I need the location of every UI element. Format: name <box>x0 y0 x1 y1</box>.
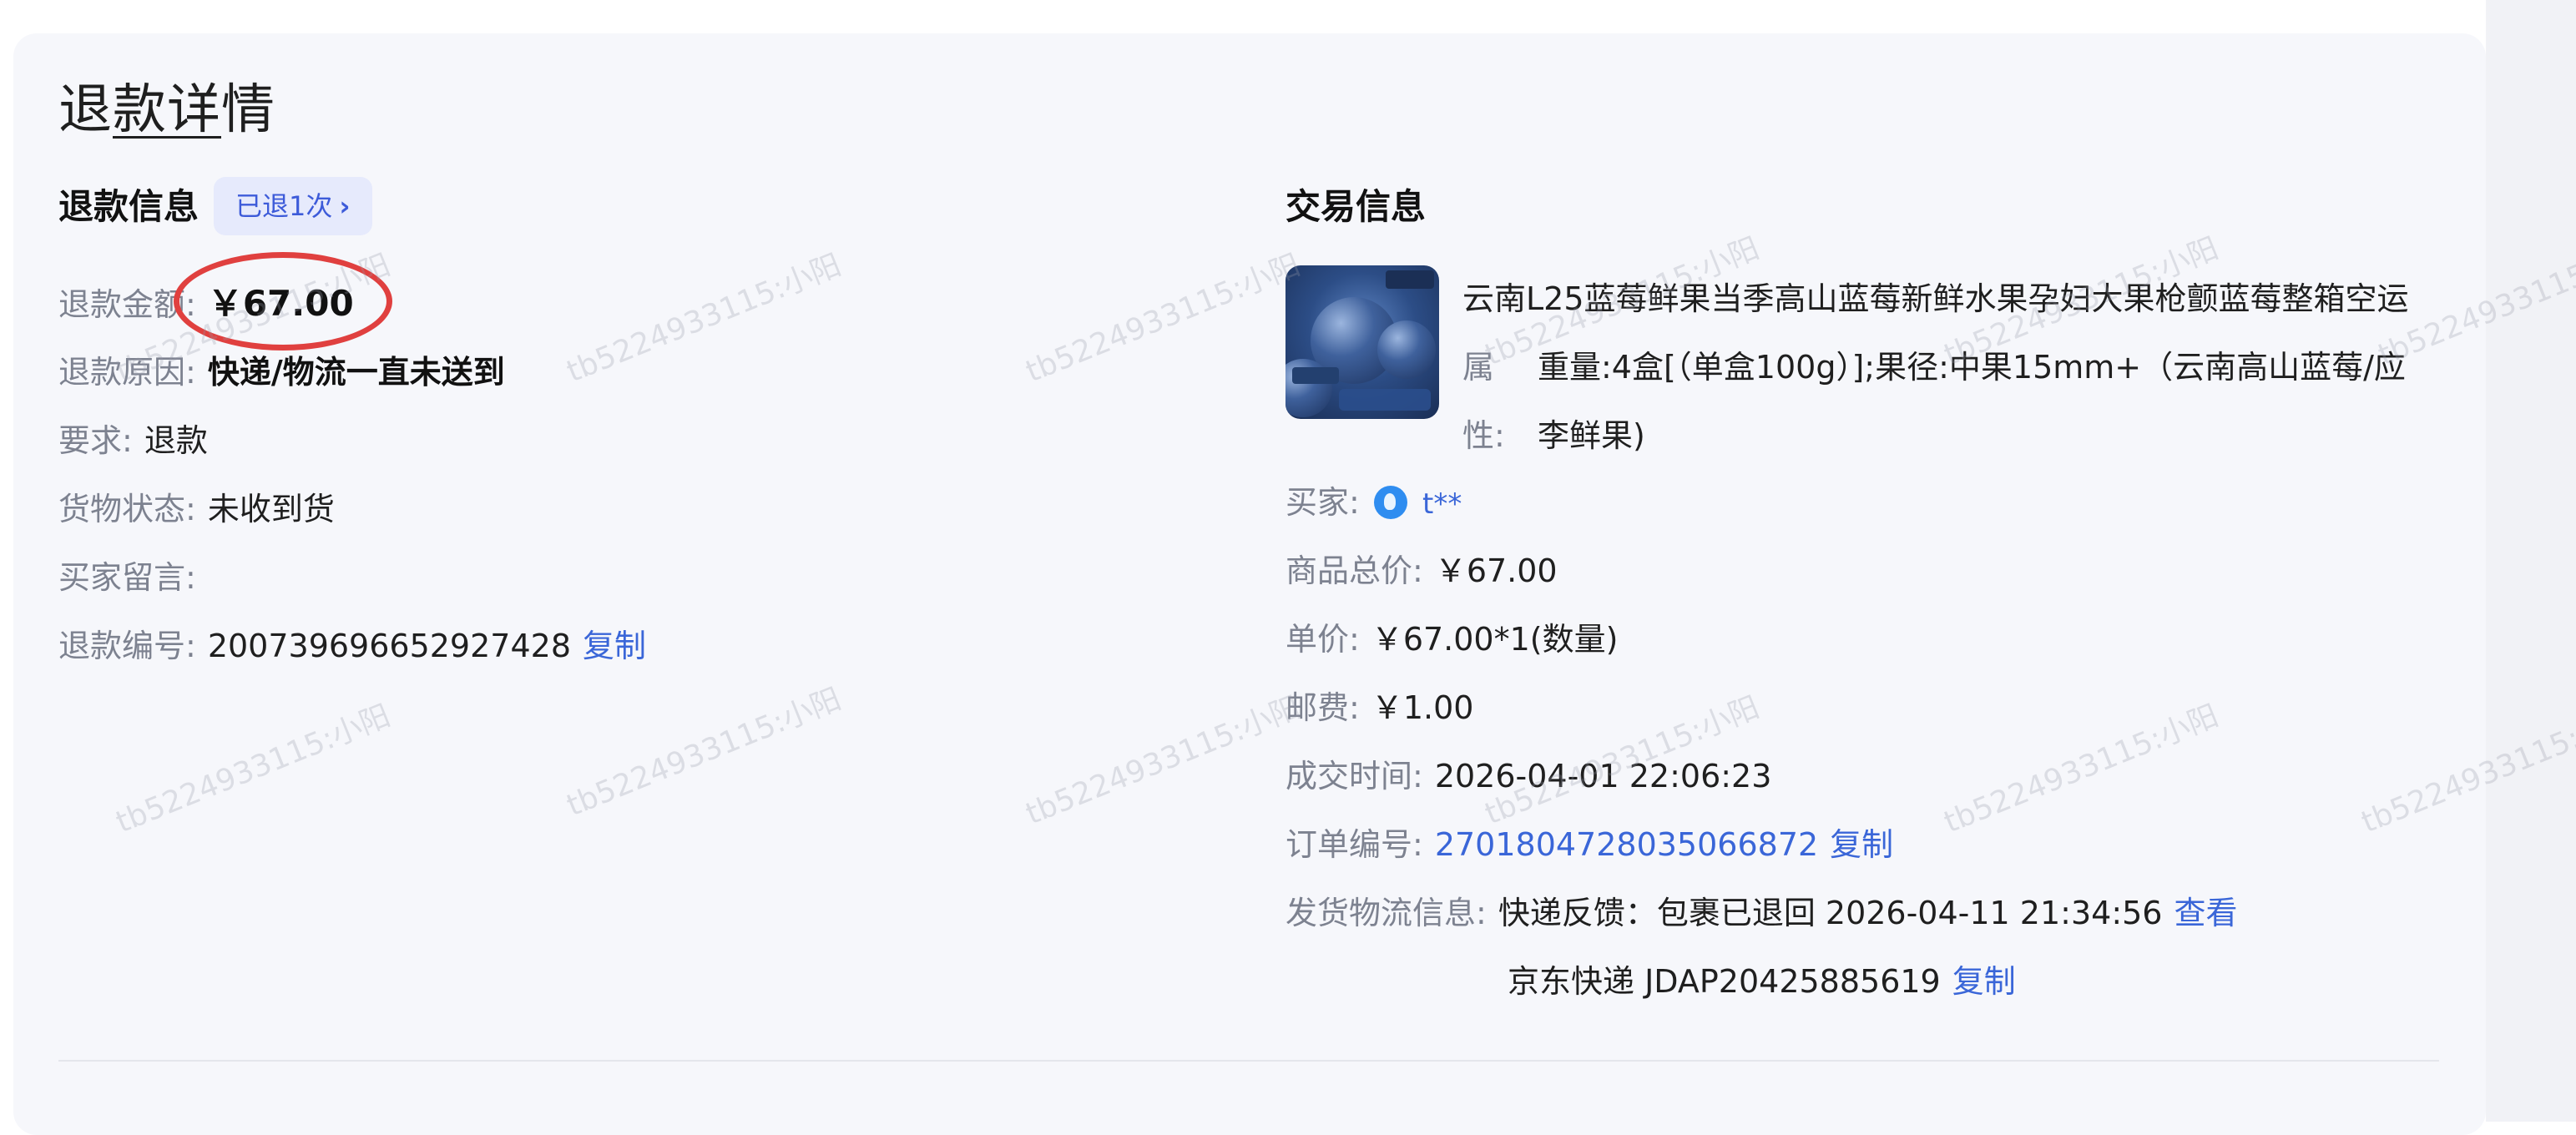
total-price-value: ￥67.00 <box>1434 552 1558 589</box>
unit-price-value: ￥67.00*1(数量) <box>1371 621 1619 658</box>
chevron-right-icon: › <box>339 190 351 222</box>
buyer-note-row: 买家留言: <box>58 554 208 601</box>
view-logistics-link[interactable]: 查看 <box>2174 895 2237 931</box>
buyer-name-link[interactable]: t** <box>1422 487 1462 521</box>
refund-number-value: 200739696652927428 <box>207 628 571 664</box>
product-attr-row-1: 属 重量:4盒[（单盒100g）];果径:中果15mm+（云南高山蓝莓/应 <box>1462 344 2406 391</box>
courier-tracking: 京东快递 JDAP20425885619 <box>1508 963 1941 1000</box>
shipping-fee-label: 邮费: <box>1285 689 1360 726</box>
refund-info-heading: 退款信息 <box>58 186 200 227</box>
logistics-label: 发货物流信息: <box>1285 895 1487 931</box>
refund-reason-value: 快递/物流一直未送到 <box>207 354 505 391</box>
order-number-row: 订单编号: 2701804728035066872 复制 <box>1285 821 1893 868</box>
page-title: 退款详情 <box>58 79 275 141</box>
buyer-name-row: t** <box>1422 479 1462 527</box>
refund-reason-row: 退款原因: 快递/物流一直未送到 <box>58 349 505 396</box>
requirement-row: 要求: 退款 <box>58 417 208 464</box>
deal-time-value: 2026-04-01 22:06:23 <box>1434 758 1772 794</box>
product-attr-label-cont: 性: <box>1462 417 1505 454</box>
buyer-avatar-icon <box>1374 486 1407 519</box>
refund-number-label: 退款编号: <box>58 628 196 664</box>
buyer-label: 买家: <box>1285 484 1360 521</box>
requirement-label: 要求: <box>58 422 133 459</box>
order-number-link[interactable]: 2701804728035066872 <box>1435 826 1818 863</box>
copy-tracking-link[interactable]: 复制 <box>1952 963 2016 1000</box>
deal-time-label: 成交时间: <box>1285 758 1423 794</box>
logistics-row: 发货物流信息: 快递反馈：包裹已退回 2026-04-11 21:34:56 查看 <box>1285 890 2238 936</box>
logistics-feedback: 快递反馈：包裹已退回 2026-04-11 21:34:56 <box>1498 895 2163 931</box>
product-attr-value: 重量:4盒[（单盒100g）];果径:中果15mm+（云南高山蓝莓/应 <box>1538 349 2406 386</box>
section-divider <box>58 1060 2439 1062</box>
goods-status-row: 货物状态: 未收到货 <box>58 486 335 532</box>
product-thumbnail[interactable] <box>1285 265 1439 419</box>
refund-count-badge[interactable]: 已退1次 › <box>214 177 372 235</box>
total-price-label: 商品总价: <box>1285 552 1423 589</box>
buyer-row: 买家: <box>1285 479 1360 526</box>
copy-order-number-link[interactable]: 复制 <box>1830 826 1893 863</box>
shipping-fee-row: 邮费: ￥1.00 <box>1285 684 1473 731</box>
shipping-fee-value: ￥1.00 <box>1371 689 1474 726</box>
buyer-note-label: 买家留言: <box>58 559 196 596</box>
refund-number-row: 退款编号: 200739696652927428 复制 <box>58 623 646 669</box>
product-attr-row-2: 性: 李鲜果) <box>1462 412 1645 459</box>
right-gutter <box>2486 0 2576 1122</box>
product-attr-label: 属 <box>1462 349 1495 386</box>
deal-time-row: 成交时间: 2026-04-01 22:06:23 <box>1285 753 1771 800</box>
unit-price-row: 单价: ￥67.00*1(数量) <box>1285 616 1618 663</box>
amount-highlight-circle <box>174 252 392 351</box>
refund-reason-label: 退款原因: <box>58 354 196 391</box>
goods-status-label: 货物状态: <box>58 491 196 527</box>
trade-info-heading: 交易信息 <box>1285 186 1427 227</box>
copy-refund-number-link[interactable]: 复制 <box>583 628 646 664</box>
goods-status-value: 未收到货 <box>207 491 335 527</box>
product-attr-value-cont: 李鲜果) <box>1538 417 1645 454</box>
requirement-value: 退款 <box>144 422 208 459</box>
order-number-label: 订单编号: <box>1285 826 1423 863</box>
total-price-row: 商品总价: ￥67.00 <box>1285 547 1558 594</box>
unit-price-label: 单价: <box>1285 621 1360 658</box>
courier-row: 京东快递 JDAP20425885619 复制 <box>1508 958 2016 1005</box>
refund-detail-card <box>13 33 2486 1135</box>
product-title[interactable]: 云南L25蓝莓鲜果当季高山蓝莓新鲜水果孕妇大果枪颤蓝莓整箱空运 <box>1462 275 2409 322</box>
